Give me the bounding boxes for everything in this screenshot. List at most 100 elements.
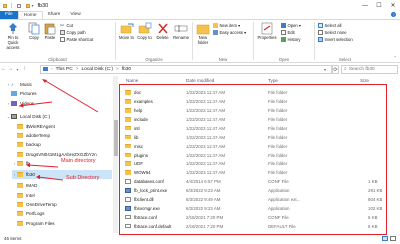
file-row[interactable]: fbclient.dll 6/3/2022 9:49 AM Application … — [120, 196, 390, 204]
select-none-button[interactable]: Select none — [318, 30, 347, 35]
file-row[interactable]: doc 1/22/2023 11:47 AM File folder — [120, 89, 390, 97]
easy-access-button[interactable]: Easy access ▾ — [213, 30, 246, 35]
select-all-button[interactable]: Select all — [318, 23, 342, 28]
copy-path-button[interactable]: Copy path — [60, 30, 86, 35]
nav-item[interactable]: IMAD — [12, 181, 112, 190]
history-button[interactable]: History — [281, 37, 301, 42]
breadcrumb-this-pc[interactable]: This PC — [56, 67, 73, 72]
details-view-icon[interactable] — [382, 236, 388, 241]
breadcrumb-fb30[interactable]: fb30 — [122, 67, 131, 72]
new-folder-icon[interactable] — [25, 3, 30, 8]
videos-icon — [11, 101, 17, 107]
tab-file[interactable]: File — [0, 11, 18, 19]
scrollbar-thumb[interactable] — [113, 120, 118, 156]
file-date: 4/4/2014 6:57 PM — [186, 179, 221, 185]
folder-icon — [125, 143, 131, 149]
file-type: File folder — [268, 170, 288, 176]
paste-shortcut-button[interactable]: Paste shortcut — [60, 37, 93, 42]
explorer-window: ▾ fb30 — ☐ ✕ File Home Share View ? Pin … — [0, 0, 400, 244]
file-row[interactable]: include 1/22/2023 11:47 AM File folder — [120, 116, 390, 124]
minimize-button[interactable]: — — [358, 0, 372, 11]
chevron-down-icon[interactable]: ▾ — [32, 3, 34, 8]
nav-item[interactable]: ⌄ Local Disk (C:) — [6, 112, 112, 121]
chevron-down-icon[interactable]: ▾ — [324, 67, 326, 72]
history-icon — [281, 37, 286, 42]
edit-button[interactable]: Edit — [281, 30, 295, 35]
file-name: fbclient.dll — [134, 197, 154, 203]
properties-button[interactable]: Properties — [256, 22, 278, 41]
move-to-icon — [120, 22, 134, 35]
delete-button[interactable]: Delete — [154, 22, 171, 41]
tab-home[interactable]: Home — [17, 11, 43, 19]
nav-item[interactable]: adobeTemp — [12, 131, 112, 140]
large-icons-view-icon[interactable] — [390, 236, 396, 241]
file-row[interactable]: fbtrace.conf.default 2/18/2021 7:20 PM DEF… — [120, 223, 390, 231]
file-row[interactable]: lib 1/22/2023 11:47 AM File folder — [120, 134, 390, 142]
file-row[interactable]: fbsvcmgr.exe 6/3/2022 9:23 AM Application 1… — [120, 205, 390, 213]
copy-to-button[interactable]: Copy to — [136, 22, 153, 41]
column-size[interactable]: Size — [360, 78, 369, 83]
column-name[interactable]: Name — [126, 78, 138, 83]
folder-icon — [17, 124, 23, 130]
nav-item[interactable]: › Videos — [6, 99, 112, 108]
folder-icon — [17, 193, 23, 199]
file-row[interactable]: plugins 1/22/2023 11:47 AM File folder — [120, 151, 390, 159]
breadcrumb-local-disk[interactable]: Local Disk (C:) — [81, 67, 112, 72]
close-button[interactable]: ✕ — [386, 0, 400, 11]
address-bar-row: ← → ▾ ↑ › This PC > Local Disk (C:) > fb… — [0, 63, 400, 75]
tab-share[interactable]: Share — [43, 11, 66, 19]
file-size: 6 KB — [368, 223, 378, 229]
new-folder-button[interactable]: New folder — [195, 22, 211, 46]
maximize-button[interactable]: ☐ — [372, 0, 386, 11]
edit-icon — [281, 30, 286, 35]
clipboard-group: Pin to Quick access Copy Paste ✂ Cut Copy… — [0, 20, 115, 63]
folder-icon — [125, 152, 131, 158]
new-item-button[interactable]: New item ▾ — [213, 23, 240, 28]
nav-item[interactable]: Program Files — [12, 219, 112, 228]
copy-button[interactable]: Copy — [27, 22, 41, 41]
paste-shortcut-icon — [60, 37, 65, 42]
open-button[interactable]: Open ▾ — [281, 23, 301, 28]
column-date-modified[interactable]: Date modified — [186, 78, 214, 83]
refresh-button[interactable]: ⟳ — [332, 64, 339, 74]
tab-view[interactable]: View — [65, 11, 85, 19]
file-type: File folder — [268, 90, 288, 96]
file-row[interactable]: fbtrace.conf 2/18/2021 7:20 PM CONF File 6 … — [120, 214, 390, 222]
collapse-ribbon-icon[interactable]: ⌃ — [394, 55, 397, 60]
cut-button[interactable]: ✂ Cut — [60, 23, 73, 29]
nav-item[interactable]: PerfLogs — [12, 209, 112, 218]
nav-item[interactable]: Pictures — [6, 89, 112, 98]
nav-item[interactable]: › ♪ Music — [6, 80, 112, 89]
navigation-scrollbar[interactable] — [113, 76, 118, 233]
file-row[interactable]: WOW64 1/22/2023 11:47 AM File folder — [120, 169, 390, 177]
properties-icon[interactable] — [16, 3, 21, 8]
file-row[interactable]: misc 1/22/2023 11:47 AM File folder — [120, 142, 390, 150]
paste-button[interactable]: Paste — [43, 22, 57, 41]
file-row[interactable]: fb_lock_print.exe 6/3/2022 9:23 AM Applica… — [120, 187, 390, 195]
up-icon[interactable]: ↑ — [21, 66, 28, 72]
column-type[interactable]: Type — [268, 78, 278, 83]
pin-quick-access-button[interactable]: Pin to Quick access — [2, 22, 24, 50]
help-icon[interactable]: ? — [391, 12, 396, 17]
move-to-button[interactable]: Move to — [118, 22, 135, 41]
file-row[interactable]: help 1/22/2023 11:47 AM File folder — [120, 107, 390, 115]
invert-selection-button[interactable]: Invert selection — [318, 37, 353, 42]
disk-icon — [11, 114, 17, 120]
search-input[interactable]: ⌕ Search fb30 — [341, 64, 398, 74]
recent-locations-icon[interactable]: ▾ — [14, 67, 21, 72]
back-icon[interactable]: ← — [0, 66, 7, 72]
forward-icon[interactable]: → — [7, 66, 14, 72]
file-type: File folder — [268, 143, 288, 149]
file-row[interactable]: examples 1/22/2023 11:47 AM File folder — [120, 98, 390, 106]
address-bar[interactable]: › This PC > Local Disk (C:) > fb30 ▾ — [40, 64, 332, 74]
nav-item[interactable]: OneDriveTemp — [12, 200, 112, 209]
rename-button[interactable]: Rename — [172, 22, 190, 41]
nav-item[interactable]: backup — [12, 140, 112, 149]
search-icon: ⌕ — [344, 66, 347, 72]
file-row[interactable]: intl 1/22/2023 11:47 AM File folder — [120, 125, 390, 133]
file-row[interactable]: databases.conf 4/4/2014 6:57 PM CONF File 1… — [120, 178, 390, 186]
nav-item-label: $WinREAgent — [26, 124, 55, 130]
nav-item[interactable]: Intel — [12, 191, 112, 200]
file-row[interactable]: UDF 1/22/2023 11:47 AM File folder — [120, 160, 390, 168]
nav-item[interactable]: $WinREAgent — [12, 122, 112, 131]
